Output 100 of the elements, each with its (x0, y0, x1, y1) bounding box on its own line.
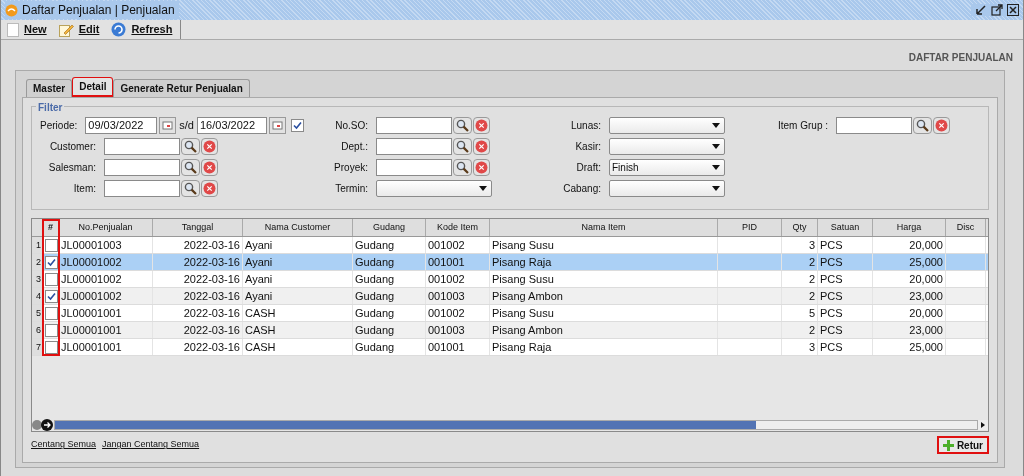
table-row[interactable]: 4 JL00001002 2022-03-16 Ayani Gudang 001003 Pisang Ambon 2 PCS 23,000 (32, 288, 988, 305)
table-cell: 2022-03-16 (153, 305, 243, 321)
table-row[interactable]: 5 JL00001001 2022-03-16 CASH Gudang 001002 Pisang Susu 5 PCS 20,000 (32, 305, 988, 322)
search-icon (456, 140, 469, 153)
column-header[interactable]: Nama Customer (243, 219, 353, 236)
search-button[interactable] (453, 117, 472, 134)
tab[interactable]: Detail (72, 77, 114, 97)
table-cell: Pisang Ambon (490, 322, 718, 338)
clear-button[interactable] (201, 138, 218, 155)
checkbox[interactable] (44, 255, 58, 269)
column-header[interactable]: # (43, 219, 59, 236)
toolbar-button[interactable]: New (1, 20, 53, 39)
checkbox[interactable] (44, 289, 58, 303)
clear-button[interactable] (933, 117, 950, 134)
table-cell: 001002 (426, 237, 490, 253)
column-header[interactable]: Tanggal (153, 219, 243, 236)
row-number: 1 (32, 237, 43, 253)
row-number: 4 (32, 288, 43, 304)
table-row[interactable]: 2 JL00001002 2022-03-16 Ayani Gudang 001001 Pisang Raja 2 PCS 25,000 (32, 254, 988, 271)
table-row[interactable]: 7 JL00001001 2022-03-16 CASH Gudang 001001 Pisang Raja 3 PCS 25,000 (32, 339, 988, 356)
toolbar-button[interactable]: Refresh (105, 20, 179, 39)
search-icon (456, 119, 469, 132)
table-cell: PCS (818, 305, 873, 321)
field-label: Dept.: (340, 140, 369, 154)
table-row[interactable]: 3 JL00001002 2022-03-16 Ayani Gudang 001002 Pisang Susu 2 PCS 20,000 (32, 271, 988, 288)
table-cell: Gudang (353, 339, 426, 355)
table-cell: Ayani (243, 237, 353, 253)
table-cell: 2022-03-16 (153, 271, 243, 287)
input-field[interactable] (836, 117, 912, 134)
input-field[interactable] (376, 138, 452, 155)
table-cell: Ayani (243, 288, 353, 304)
field-label: Proyek: (333, 161, 369, 175)
table-row[interactable]: 1 JL00001003 2022-03-16 Ayani Gudang 001002 Pisang Susu 3 PCS 20,000 (32, 237, 988, 254)
date-field[interactable]: 09/03/2022 (85, 117, 158, 134)
checkbox[interactable] (44, 272, 58, 286)
clear-button[interactable] (201, 180, 218, 197)
tab[interactable]: Master (26, 79, 73, 97)
table-cell: PCS (818, 254, 873, 270)
column-header[interactable]: Satuan (818, 219, 873, 236)
blank-page-icon (7, 22, 19, 37)
column-header[interactable]: Kode Item (426, 219, 490, 236)
calendar-icon[interactable] (269, 117, 286, 134)
dropdown[interactable] (609, 138, 725, 155)
input-field[interactable] (376, 117, 452, 134)
search-icon (456, 161, 469, 174)
search-button[interactable] (913, 117, 932, 134)
table-cell: 2022-03-16 (153, 237, 243, 253)
close-icon (935, 119, 948, 132)
search-button[interactable] (453, 138, 472, 155)
horizontal-scrollbar[interactable] (54, 420, 978, 430)
checkbox[interactable] (291, 119, 304, 132)
maximize-icon[interactable] (991, 4, 1003, 16)
close-icon (203, 182, 216, 195)
table-cell: PCS (818, 271, 873, 287)
table-cell: 001003 (426, 288, 490, 304)
input-field[interactable] (104, 180, 180, 197)
dropdown[interactable] (609, 117, 725, 134)
column-header[interactable]: No.Penjualan (59, 219, 153, 236)
table-cell: JL00001002 (59, 271, 153, 287)
date-field[interactable]: 16/03/2022 (197, 117, 267, 134)
dropdown[interactable] (609, 180, 725, 197)
checkbox[interactable] (44, 323, 58, 337)
toolbar-button[interactable]: Edit (52, 20, 106, 39)
search-button[interactable] (181, 138, 200, 155)
tab[interactable]: Generate Retur Penjualan (113, 79, 250, 97)
close-icon[interactable] (1007, 4, 1019, 16)
scroll-right-icon[interactable] (978, 420, 988, 430)
search-button[interactable] (453, 159, 472, 176)
column-header[interactable]: Harga (873, 219, 946, 236)
dropdown[interactable]: Finish (609, 159, 725, 176)
table-row[interactable]: 6 JL00001001 2022-03-16 CASH Gudang 001003 Pisang Ambon 2 PCS 23,000 (32, 322, 988, 339)
input-field[interactable] (376, 159, 452, 176)
field-label: Termin: (334, 182, 369, 196)
scroll-nav-icon[interactable] (32, 419, 54, 431)
column-header[interactable]: PID (718, 219, 782, 236)
checkbox[interactable] (44, 340, 58, 354)
column-header[interactable]: Gudang (353, 219, 426, 236)
clear-button[interactable] (473, 117, 490, 134)
table-cell: JL00001003 (59, 237, 153, 253)
caret-icon (712, 123, 720, 128)
dropdown[interactable] (376, 180, 492, 197)
input-field[interactable] (104, 138, 180, 155)
checkbox[interactable] (44, 238, 58, 252)
checkbox[interactable] (44, 306, 58, 320)
column-header[interactable]: Nama Item (490, 219, 718, 236)
search-button[interactable] (181, 180, 200, 197)
link[interactable]: Centang Semua (31, 438, 97, 452)
table-cell: Gudang (353, 305, 426, 321)
column-header[interactable]: Qty (782, 219, 818, 236)
table-cell: Pisang Susu (490, 237, 718, 253)
field-label: Lunas: (569, 119, 602, 133)
search-button[interactable] (181, 159, 200, 176)
clear-button[interactable] (473, 138, 490, 155)
clear-button[interactable] (473, 159, 490, 176)
link[interactable]: Jangan Centang Semua (102, 438, 200, 452)
field-label: No.SO: (334, 119, 369, 133)
input-field[interactable] (104, 159, 180, 176)
clear-button[interactable] (201, 159, 218, 176)
retur-button[interactable]: Retur (936, 436, 989, 454)
column-header[interactable]: Disc (946, 219, 986, 236)
